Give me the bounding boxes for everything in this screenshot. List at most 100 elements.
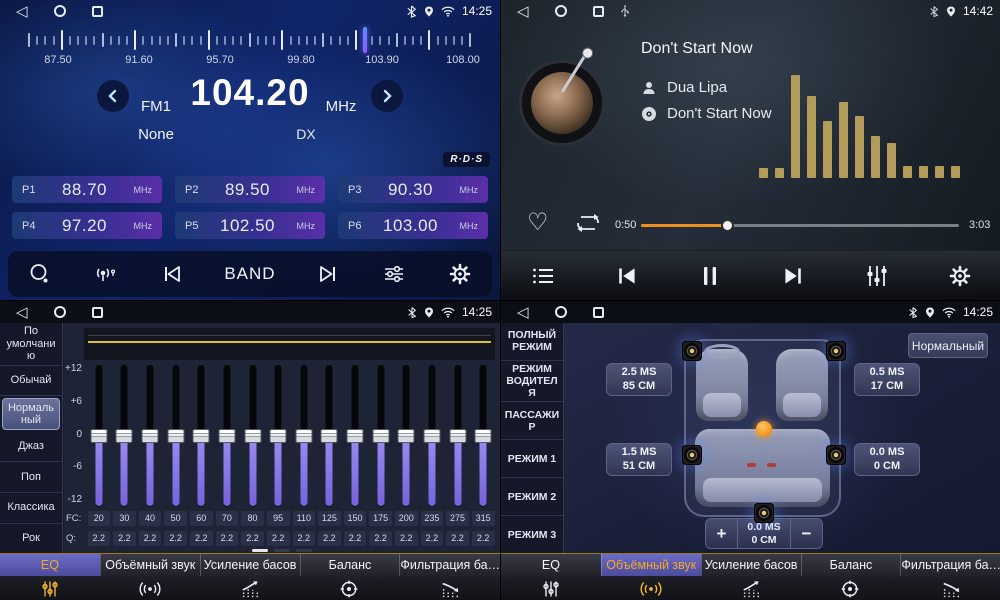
front-right-delay-button[interactable]: 0.5 MS 17 CM (854, 363, 920, 396)
center-speaker-icon[interactable] (754, 503, 774, 523)
broadcast-icon[interactable] (93, 262, 119, 286)
back-icon[interactable]: ◁ (517, 4, 529, 19)
mode-full[interactable]: ПОЛНЫЙ РЕЖИМ (501, 323, 563, 361)
eq-band-slider[interactable] (137, 365, 163, 507)
rds-badge[interactable]: R·D·S (443, 152, 490, 167)
slider-handle[interactable] (398, 429, 415, 443)
slider-handle[interactable] (475, 429, 492, 443)
eq-preset-custom[interactable]: Обычай (0, 366, 62, 397)
preset-button-p3[interactable]: P390.30MHz (338, 176, 488, 203)
recents-icon[interactable] (593, 6, 604, 17)
progress-bar[interactable] (641, 224, 959, 227)
home-icon[interactable] (555, 5, 567, 17)
tab-surround[interactable]: Объёмный звук (100, 554, 200, 600)
eq-band-slider[interactable] (265, 365, 291, 507)
mode-driver[interactable]: РЕЖИМ ВОДИТЕЛЯ (501, 361, 563, 402)
repeat-icon[interactable] (573, 212, 603, 239)
slider-handle[interactable] (244, 429, 261, 443)
audio-settings-icon[interactable] (381, 262, 407, 286)
favorite-heart-icon[interactable]: ♡ (527, 208, 549, 237)
playlist-icon[interactable] (530, 264, 556, 288)
seek-up-button[interactable] (368, 77, 406, 115)
mode-3[interactable]: РЕЖИМ 3 (501, 516, 563, 553)
slider-handle[interactable] (142, 429, 159, 443)
tab-balance[interactable]: Баланс (300, 554, 400, 600)
seek-down-button[interactable] (94, 77, 132, 115)
eq-band-slider[interactable] (419, 365, 445, 507)
slider-handle[interactable] (347, 429, 364, 443)
slider-handle[interactable] (90, 429, 107, 443)
profile-button[interactable]: Нормальный (908, 333, 988, 358)
preset-button-p5[interactable]: P5102.50MHz (175, 212, 325, 239)
tab-filter[interactable]: Фильтрация ба… (900, 554, 1000, 600)
slider-handle[interactable] (270, 429, 287, 443)
preset-button-p2[interactable]: P289.50MHz (175, 176, 325, 203)
eq-band-slider[interactable] (86, 365, 112, 507)
preset-button-p4[interactable]: P497.20MHz (12, 212, 162, 239)
rear-left-delay-button[interactable]: 1.5 MS 51 CM (606, 443, 672, 476)
eq-band-slider[interactable] (368, 365, 394, 507)
eq-preset-classic[interactable]: Классика (0, 493, 62, 524)
previous-icon[interactable] (160, 262, 184, 286)
front-left-delay-button[interactable]: 2.5 MS 85 CM (606, 363, 672, 396)
pause-icon[interactable] (698, 263, 722, 289)
back-icon[interactable]: ◁ (16, 4, 28, 19)
album-art[interactable] (519, 60, 605, 146)
recents-icon[interactable] (593, 307, 604, 318)
tab-filter[interactable]: Фильтрация ба… (399, 554, 500, 600)
tab-bass-boost[interactable]: Усиление басов (701, 554, 801, 600)
eq-preset-jazz[interactable]: Джаз (0, 432, 62, 463)
eq-band-slider[interactable] (112, 365, 138, 507)
equalizer-icon[interactable] (864, 263, 890, 289)
slider-handle[interactable] (449, 429, 466, 443)
slider-handle[interactable] (218, 429, 235, 443)
next-icon[interactable] (316, 262, 340, 286)
tab-surround[interactable]: Объёмный звук (601, 554, 701, 600)
eq-preset-pop[interactable]: Поп (0, 462, 62, 493)
eq-preset-default[interactable]: По умолчанию (0, 323, 62, 366)
settings-gear-icon[interactable] (948, 264, 972, 288)
slider-handle[interactable] (372, 429, 389, 443)
tab-balance[interactable]: Баланс (801, 554, 901, 600)
home-icon[interactable] (54, 5, 66, 17)
eq-preset-rock[interactable]: Рок (0, 524, 62, 554)
tuner-scale[interactable] (28, 28, 472, 52)
tab-bass-boost[interactable]: Усиление басов (200, 554, 300, 600)
eq-band-slider[interactable] (394, 365, 420, 507)
mode-1[interactable]: РЕЖИМ 1 (501, 440, 563, 478)
mode-2[interactable]: РЕЖИМ 2 (501, 478, 563, 516)
slider-handle[interactable] (167, 429, 184, 443)
eq-band-slider[interactable] (470, 365, 496, 507)
eq-band-slider[interactable] (214, 365, 240, 507)
listening-position-dot[interactable] (756, 421, 772, 437)
previous-track-icon[interactable] (614, 263, 640, 289)
next-track-icon[interactable] (780, 263, 806, 289)
eq-preset-normal[interactable]: Нормальный (2, 398, 60, 430)
eq-band-slider[interactable] (189, 365, 215, 507)
search-icon[interactable] (28, 262, 52, 286)
slider-handle[interactable] (423, 429, 440, 443)
eq-band-slider[interactable] (342, 365, 368, 507)
eq-band-slider[interactable] (445, 365, 471, 507)
eq-band-slider[interactable] (291, 365, 317, 507)
mode-passenger[interactable]: ПАССАЖИР (501, 402, 563, 440)
increase-delay-button[interactable]: + (706, 519, 737, 548)
rear-right-delay-button[interactable]: 0.0 MS 0 CM (854, 443, 920, 476)
home-icon[interactable] (555, 306, 567, 318)
settings-gear-icon[interactable] (448, 262, 472, 286)
preset-button-p1[interactable]: P188.70MHz (12, 176, 162, 203)
home-icon[interactable] (54, 306, 66, 318)
eq-band-slider[interactable] (163, 365, 189, 507)
rear-left-speaker-icon[interactable] (682, 445, 702, 465)
band-button[interactable]: BAND (224, 264, 275, 284)
slider-handle[interactable] (193, 429, 210, 443)
rear-right-speaker-icon[interactable] (826, 445, 846, 465)
recents-icon[interactable] (92, 6, 103, 17)
recents-icon[interactable] (92, 307, 103, 318)
preset-button-p6[interactable]: P6103.00MHz (338, 212, 488, 239)
front-left-speaker-icon[interactable] (682, 341, 702, 361)
slider-handle[interactable] (295, 429, 312, 443)
progress-knob[interactable] (721, 219, 734, 232)
decrease-delay-button[interactable]: − (791, 519, 822, 548)
tab-eq[interactable]: EQ (0, 554, 100, 600)
